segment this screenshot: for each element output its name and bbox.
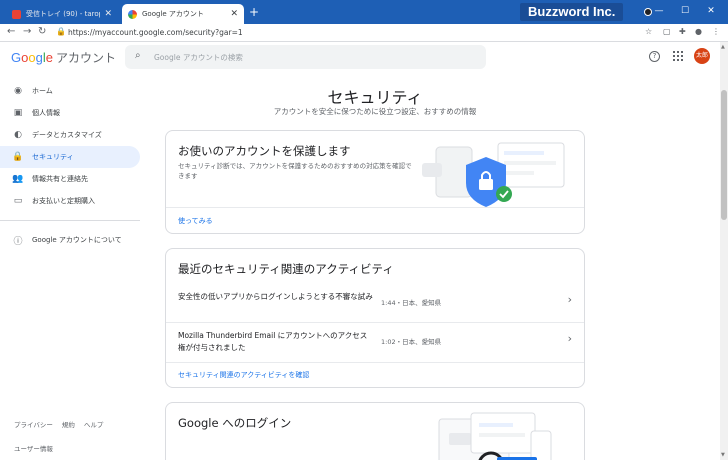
tab-google-account[interactable]: Google アカウント ✕ — [122, 4, 244, 24]
scrollbar-thumb[interactable] — [721, 90, 727, 220]
sidebar-item-label: セキュリティ — [32, 153, 74, 161]
page-title: セキュリティ — [327, 88, 423, 107]
terms-link[interactable]: 規約 — [62, 419, 75, 429]
browser-titlebar: 受信トレイ (90) - taropaper@gm... ✕ Google アカ… — [0, 0, 728, 24]
card-divider — [166, 362, 584, 363]
card-title: 最近のセキュリティ関連のアクティビティ — [178, 262, 394, 276]
scroll-down-icon[interactable]: ▼ — [721, 452, 725, 458]
sidebar-item-label: 個人情報 — [32, 109, 60, 117]
search-icon: ⌕ — [135, 50, 141, 61]
card-title: Google へのログイン — [178, 416, 292, 430]
home-icon: ◉ — [14, 86, 22, 96]
security-checkup-illustration — [422, 142, 565, 207]
user-info-link[interactable]: ユーザー情報 — [14, 443, 53, 453]
window-controls: — ☐ ✕ — [646, 2, 724, 20]
maximize-icon[interactable]: ☐ — [672, 2, 698, 20]
tab-title: Google アカウント — [142, 10, 204, 18]
recent-activity-card: 最近のセキュリティ関連のアクティビティ 安全性の低いアプリからログインしようとす… — [165, 248, 585, 388]
page-subtitle: アカウントを安全に保つために役立つ設定、おすすめの情報 — [273, 107, 477, 116]
logo-text: G — [11, 50, 22, 65]
chevron-right-icon: › — [567, 293, 572, 306]
lock-icon[interactable]: 🔒 — [56, 27, 66, 36]
activity-row[interactable]: Mozilla Thunderbird Email にアカウントへのアクセス権が… — [166, 323, 584, 361]
extension-icon[interactable]: ✚ — [679, 27, 686, 36]
google-icon — [128, 9, 137, 19]
sidebar-item-about[interactable]: ⓘ Google アカウントについて — [0, 229, 150, 251]
tab-title: 受信トレイ (90) - taropaper@gm... — [26, 10, 100, 18]
sidebar-item-security[interactable]: 🔒 セキュリティ — [0, 146, 140, 168]
sidebar-item-label: Google アカウントについて — [32, 236, 122, 244]
search-placeholder: Google アカウントの検索 — [154, 53, 243, 62]
search-input[interactable]: ⌕ Google アカウントの検索 — [125, 45, 486, 69]
sidebar-item-sharing[interactable]: 👥 情報共有と連絡先 — [0, 168, 150, 190]
sidebar-item-payments[interactable]: ▭ お支払いと定期購入 — [0, 190, 150, 212]
credit-card-icon: ▭ — [13, 196, 23, 206]
url-field[interactable]: https://myaccount.google.com/security?ga… — [68, 28, 243, 37]
close-icon[interactable]: ✕ — [230, 9, 238, 19]
close-window-icon[interactable]: ✕ — [698, 2, 724, 20]
google-logo[interactable]: Google アカウント — [11, 49, 116, 66]
address-bar: ← → ↻ 🔒 https://myaccount.google.com/sec… — [0, 24, 728, 42]
activity-meta: 1:44・日本、愛知県 — [381, 299, 442, 307]
signin-illustration — [438, 412, 552, 460]
avatar[interactable]: 太郎 — [694, 48, 710, 64]
scroll-up-icon[interactable]: ▲ — [721, 44, 725, 50]
new-tab-button[interactable]: + — [249, 5, 259, 19]
profile-icon[interactable]: ● — [695, 27, 702, 36]
activity-row[interactable]: 安全性の低いアプリからログインしようとする不審な試み 1:44・日本、愛知県 › — [166, 284, 584, 322]
star-icon[interactable]: ☆ — [645, 27, 652, 36]
screenshot-icon[interactable]: ▢ — [663, 27, 671, 36]
check-icon — [496, 186, 512, 202]
sidebar-item-label: ホーム — [32, 87, 53, 95]
chevron-right-icon: › — [567, 332, 572, 345]
card-body: セキュリティ診断では、アカウントを保護するためのおすすめの対応策を確認できます — [178, 162, 412, 180]
sidebar-nav: ◉ ホーム ▣ 個人情報 ◐ データとカスタマイズ 🔒 セキュリティ 👥 情報共… — [0, 80, 150, 251]
info-icon: ⓘ — [13, 236, 23, 247]
menu-icon[interactable]: ⋮ — [712, 27, 720, 36]
close-icon[interactable]: ✕ — [104, 9, 112, 19]
card-divider — [166, 207, 584, 208]
tab-gmail[interactable]: 受信トレイ (90) - taropaper@gm... ✕ — [6, 4, 118, 24]
people-icon: 👥 — [12, 174, 24, 184]
sidebar-item-personal-info[interactable]: ▣ 個人情報 — [0, 102, 150, 124]
sidebar-item-label: データとカスタマイズ — [32, 131, 102, 139]
sidebar-item-home[interactable]: ◉ ホーム — [0, 80, 150, 102]
logo-suffix: アカウント — [55, 51, 116, 65]
sidebar-item-label: 情報共有と連絡先 — [32, 175, 88, 183]
footer-links: プライバシー 規約 ヘルプ — [14, 419, 103, 429]
sidebar-item-label: お支払いと定期購入 — [32, 197, 95, 205]
brand-overlay: Buzzword Inc. — [520, 3, 624, 21]
help-link[interactable]: ヘルプ — [84, 419, 104, 429]
lock-icon: 🔒 — [12, 152, 24, 162]
apps-grid-icon[interactable] — [673, 51, 683, 61]
privacy-link[interactable]: プライバシー — [14, 419, 53, 429]
person-card-icon: ▣ — [13, 108, 23, 118]
vertical-scrollbar[interactable]: ▲ ▼ — [720, 42, 728, 460]
sidebar-item-data[interactable]: ◐ データとカスタマイズ — [0, 124, 150, 146]
activity-text: 安全性の低いアプリからログインしようとする不審な試み — [178, 292, 373, 301]
activity-meta: 1:02・日本、愛知県 — [381, 338, 442, 346]
start-checkup-link[interactable]: 使ってみる — [178, 216, 213, 226]
activity-text: Mozilla Thunderbird Email にアカウントへのアクセス権が… — [178, 331, 368, 352]
reload-icon[interactable]: ↻ — [38, 26, 46, 37]
gmail-icon — [12, 9, 21, 19]
minimize-icon[interactable]: — — [646, 2, 672, 20]
account-header: Google アカウント ⌕ Google アカウントの検索 ? 太郎 — [0, 42, 720, 72]
protect-account-card: お使いのアカウントを保護します セキュリティ診断では、アカウントを保護するための… — [165, 130, 585, 234]
toggle-icon: ◐ — [14, 130, 22, 140]
back-icon[interactable]: ← — [7, 26, 15, 37]
sidebar-divider — [0, 220, 140, 221]
card-title: お使いのアカウントを保護します — [178, 144, 351, 158]
review-activity-link[interactable]: セキュリティ関連のアクティビティを確認 — [178, 370, 309, 380]
google-signin-card: Google へのログイン — [165, 402, 585, 460]
help-icon[interactable]: ? — [649, 51, 660, 62]
forward-icon[interactable]: → — [23, 26, 31, 37]
